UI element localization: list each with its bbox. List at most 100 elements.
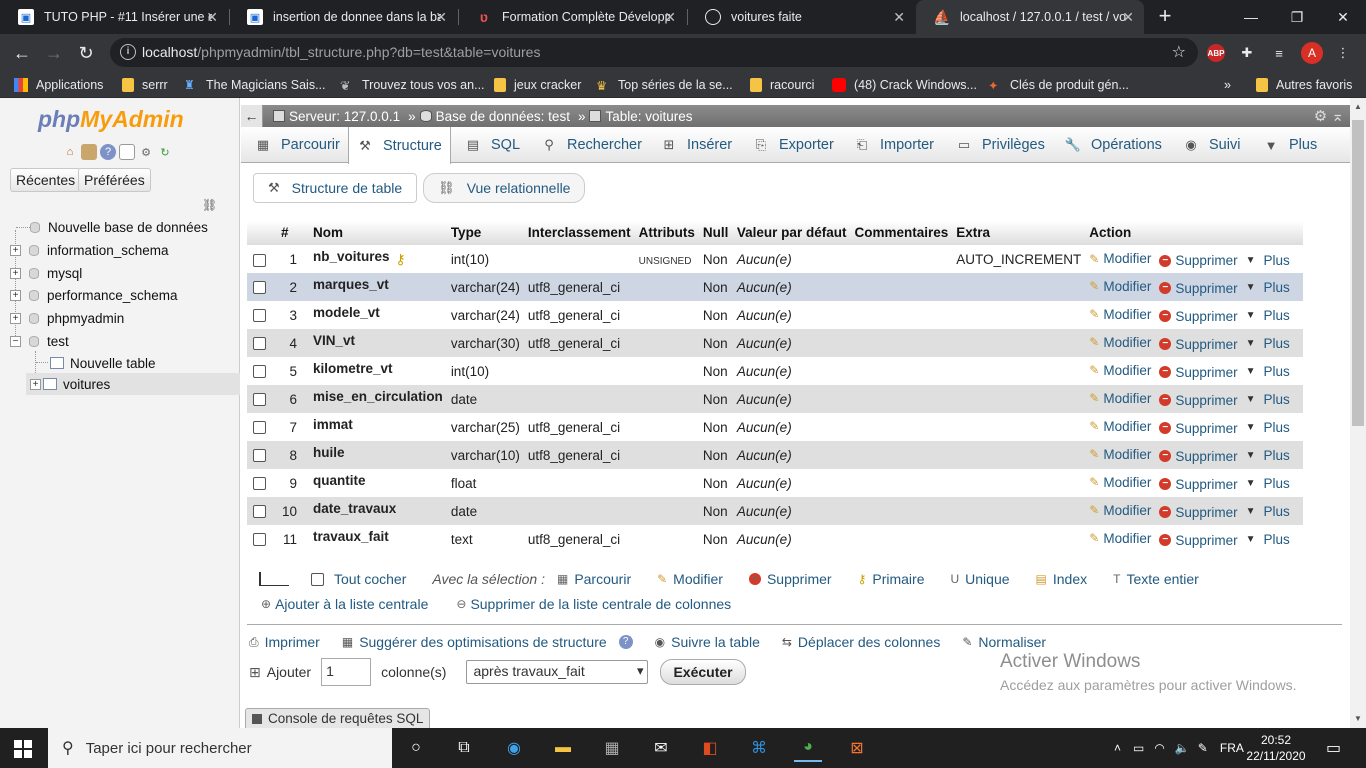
table-row[interactable]: 3 modele_vt varchar(24) utf8_general_ci Non A… bbox=[247, 301, 1304, 329]
expand-plus-icon[interactable]: + bbox=[10, 312, 21, 324]
tab-plus[interactable]: ▼ Plus bbox=[1255, 127, 1325, 163]
row-checkbox[interactable] bbox=[253, 477, 266, 491]
check-all-label[interactable]: Tout cocher bbox=[334, 571, 406, 587]
maximize-icon[interactable]: ❐ bbox=[1274, 0, 1320, 34]
windows-start-icon[interactable] bbox=[14, 740, 32, 758]
office-icon[interactable]: ◧ bbox=[696, 734, 724, 762]
delete-button[interactable]: − Supprimer bbox=[1159, 253, 1238, 268]
forward-icon[interactable]: → bbox=[41, 40, 67, 66]
tree-new-table[interactable]: Nouvelle table bbox=[50, 352, 156, 374]
expand-plus-icon[interactable]: + bbox=[30, 378, 41, 390]
table-row[interactable]: 1 nb_voitures ⚷ int(10) UNSIGNED Non Aucun(e) A… bbox=[247, 245, 1304, 273]
bookmark-autres-favoris[interactable]: Autres favoris bbox=[1256, 76, 1352, 94]
modify-button[interactable]: ✎ Modifier bbox=[1089, 307, 1151, 322]
breadcrumb-database[interactable]: Base de données: test bbox=[419, 109, 570, 124]
row-checkbox[interactable] bbox=[253, 505, 266, 519]
delete-button[interactable]: − Supprimer bbox=[1159, 281, 1238, 296]
xampp-icon[interactable]: ⊠ bbox=[843, 734, 871, 762]
tab-suivi[interactable]: ◉ Suivi bbox=[1175, 127, 1248, 163]
row-checkbox[interactable] bbox=[253, 281, 266, 295]
bookmark-top-series[interactable]: ♛ Top séries de la se... bbox=[596, 76, 733, 94]
browser-tab-1[interactable]: ▣ TUTO PHP - #11 Insérer une en ✕ bbox=[0, 0, 228, 34]
more-dropdown-button[interactable]: ▼ Plus bbox=[1246, 448, 1290, 463]
bookmark-racourci[interactable]: racourci bbox=[750, 76, 814, 94]
delete-button[interactable]: − Supprimer bbox=[1159, 337, 1238, 352]
tab-rechercher[interactable]: ⚲ Rechercher bbox=[533, 127, 650, 163]
column-position-select[interactable]: après travaux_fait bbox=[466, 660, 649, 684]
file-explorer-icon[interactable]: ▬ bbox=[549, 734, 577, 762]
sql-console-toggle[interactable]: Console de requêtes SQL bbox=[245, 708, 431, 728]
modify-button[interactable]: ✎ Modifier bbox=[1089, 531, 1151, 546]
more-dropdown-button[interactable]: ▼ Plus bbox=[1246, 476, 1290, 491]
browser-tab-4[interactable]: voitures faite ✕ bbox=[687, 0, 915, 34]
tree-db-test[interactable]: − test bbox=[10, 330, 69, 352]
mail-icon[interactable]: ✉ bbox=[647, 734, 675, 762]
modify-button[interactable]: ✎ Modifier bbox=[1089, 419, 1151, 434]
execute-button[interactable]: Exécuter bbox=[660, 659, 746, 685]
header-name[interactable]: Nom bbox=[309, 221, 447, 246]
row-checkbox[interactable] bbox=[253, 421, 266, 435]
settings-gear-icon[interactable]: ⚙ ⌅ bbox=[1314, 107, 1344, 125]
close-icon[interactable]: ✕ bbox=[664, 9, 676, 26]
table-row[interactable]: 11 travaux_fait text utf8_general_ci Non Aucu… bbox=[247, 525, 1304, 553]
edge-icon[interactable]: ◉ bbox=[500, 734, 528, 762]
modify-button[interactable]: ✎ Modifier bbox=[1089, 335, 1151, 350]
row-checkbox-cell[interactable] bbox=[247, 413, 277, 441]
more-dropdown-button[interactable]: ▼ Plus bbox=[1246, 504, 1290, 519]
delete-button[interactable]: − Supprimer bbox=[1159, 309, 1238, 324]
row-checkbox-cell[interactable] bbox=[247, 329, 277, 357]
remove-central-columns-button[interactable]: ⊖ Supprimer de la liste centrale de colon… bbox=[456, 596, 731, 612]
table-row[interactable]: 4 VIN_vt varchar(30) utf8_general_ci Non Aucu… bbox=[247, 329, 1304, 357]
back-icon[interactable]: ← bbox=[9, 40, 35, 66]
row-checkbox[interactable] bbox=[253, 337, 266, 351]
bookmark-jeux-cracker[interactable]: jeux cracker bbox=[494, 76, 581, 94]
track-table-button[interactable]: ◉ Suivre la table bbox=[655, 634, 760, 650]
close-icon[interactable]: ✕ bbox=[435, 9, 447, 26]
tab-parcourir[interactable]: ▦ Parcourir bbox=[247, 127, 348, 163]
bulk-browse-button[interactable]: ▦ Parcourir bbox=[557, 571, 631, 587]
expand-plus-icon[interactable]: + bbox=[10, 289, 21, 301]
close-window-icon[interactable]: ✕ bbox=[1320, 0, 1366, 34]
scroll-down-icon[interactable]: ▼ bbox=[1354, 714, 1362, 723]
modify-button[interactable]: ✎ Modifier bbox=[1089, 251, 1151, 266]
row-checkbox[interactable] bbox=[253, 253, 266, 267]
delete-button[interactable]: − Supprimer bbox=[1159, 393, 1238, 408]
row-checkbox-cell[interactable] bbox=[247, 525, 277, 553]
bulk-fulltext-button[interactable]: T Texte entier bbox=[1113, 571, 1199, 587]
scrollbar-thumb[interactable] bbox=[1352, 120, 1364, 426]
collapse-up-icon[interactable]: ⌅ bbox=[1331, 108, 1344, 125]
close-icon[interactable]: ✕ bbox=[206, 9, 218, 26]
more-dropdown-button[interactable]: ▼ Plus bbox=[1246, 308, 1290, 323]
more-dropdown-button[interactable]: ▼ Plus bbox=[1246, 253, 1290, 268]
media-queue-icon[interactable]: ≡ bbox=[1268, 42, 1290, 64]
row-checkbox-cell[interactable] bbox=[247, 357, 277, 385]
expand-plus-icon[interactable]: + bbox=[10, 267, 21, 279]
bulk-primary-button[interactable]: ⚷ Primaire bbox=[858, 571, 925, 587]
more-dropdown-button[interactable]: ▼ Plus bbox=[1246, 364, 1290, 379]
profile-avatar[interactable]: A bbox=[1301, 42, 1323, 64]
modify-button[interactable]: ✎ Modifier bbox=[1089, 503, 1151, 518]
breadcrumb-table[interactable]: Table: voitures bbox=[589, 109, 693, 124]
collapse-minus-icon[interactable]: − bbox=[10, 335, 21, 347]
close-icon[interactable]: ✕ bbox=[893, 9, 905, 26]
modify-button[interactable]: ✎ Modifier bbox=[1089, 363, 1151, 378]
taskbar-clock[interactable]: 20:52 22/11/2020 bbox=[1244, 732, 1308, 764]
tab-operations[interactable]: 🔧 Opérations bbox=[1057, 127, 1170, 163]
row-checkbox-cell[interactable] bbox=[247, 273, 277, 301]
tree-db-mysql[interactable]: + mysql bbox=[10, 262, 82, 284]
column-count-input[interactable]: 1 bbox=[321, 658, 372, 686]
table-row[interactable]: 7 immat varchar(25) utf8_general_ci Non Aucun… bbox=[247, 413, 1304, 441]
battery-icon[interactable]: ▭ bbox=[1133, 741, 1144, 755]
delete-button[interactable]: − Supprimer bbox=[1159, 449, 1238, 464]
cortana-icon[interactable]: ○ bbox=[402, 734, 430, 762]
bookmark-magicians[interactable]: ♜ The Magicians Sais... bbox=[184, 76, 326, 94]
adblock-icon[interactable]: ABP bbox=[1207, 44, 1225, 62]
collapse-navigation-arrow-icon[interactable]: ← bbox=[241, 105, 263, 127]
tray-up-chevron-icon[interactable]: ˄ bbox=[1114, 741, 1121, 755]
table-row[interactable]: 9 quantite float Non Aucun(e) ✎ Modifier − Suppr… bbox=[247, 469, 1304, 497]
browser-tab-5-active[interactable]: ⛵ localhost / 127.0.0.1 / test / vo ✕ bbox=[916, 0, 1144, 34]
print-button[interactable]: ⎙ Imprimer bbox=[249, 634, 320, 650]
menu-kebab-icon[interactable]: ⋮ bbox=[1332, 42, 1354, 64]
main-scrollbar[interactable]: ▲ ▼ bbox=[1350, 98, 1366, 728]
move-columns-button[interactable]: ⇆ Déplacer des colonnes bbox=[782, 634, 940, 650]
